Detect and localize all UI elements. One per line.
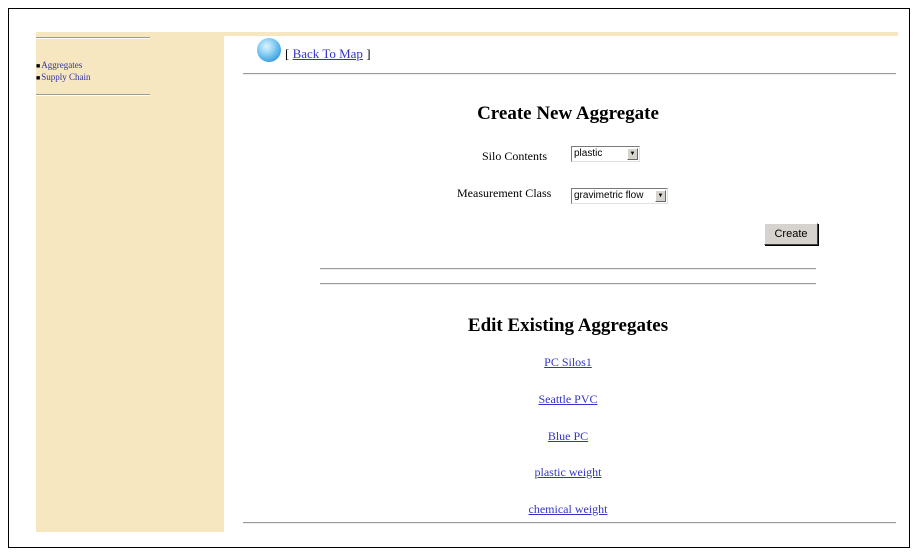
divider [243,73,896,75]
measurement-class-select[interactable]: gravimetric flow ▼ [571,188,668,204]
silo-contents-select[interactable]: plastic ▼ [571,146,640,162]
header-band [224,32,898,36]
back-to-map-link[interactable]: Back To Map [293,46,363,61]
measurement-class-label: Measurement Class [457,186,552,200]
dropdown-arrow-icon[interactable]: ▼ [627,148,638,160]
measurement-class-value: gravimetric flow [574,190,644,201]
bullet-icon: ■ [36,62,41,70]
aggregate-link-blue-pc[interactable]: Blue PC [478,429,658,443]
sidebar-item-label: Aggregates [41,60,83,70]
silo-contents-value: plastic [574,148,603,159]
create-aggregate-heading: Create New Aggregate [477,103,659,124]
globe-icon [257,38,281,62]
sidebar-bottom-rule [36,94,150,96]
back-link-suffix: ] [366,46,371,61]
sidebar-item-aggregates[interactable]: ■Aggregates [36,60,91,72]
silo-contents-label: Silo Contents [482,149,548,163]
sidebar: ■Aggregates ■Supply Chain [36,32,224,532]
dropdown-arrow-icon[interactable]: ▼ [655,190,666,202]
create-button[interactable]: Create [764,223,818,245]
aggregate-link-pc-silos1[interactable]: PC Silos1 [478,355,658,369]
aggregate-link-chemical-weight[interactable]: chemical weight [478,502,658,516]
sidebar-nav: ■Aggregates ■Supply Chain [36,60,91,84]
sidebar-item-label: Supply Chain [41,72,91,82]
back-to-map: [ Back To Map ] [285,46,371,62]
aggregate-link-plastic-weight[interactable]: plastic weight [478,465,658,479]
divider [243,522,896,524]
back-link-prefix: [ [285,46,290,61]
edit-aggregates-heading: Edit Existing Aggregates [467,315,669,336]
aggregate-link-seattle-pvc[interactable]: Seattle PVC [478,392,658,406]
divider [320,268,816,270]
sidebar-top-rule [36,37,150,39]
divider [320,283,816,285]
sidebar-item-supply-chain[interactable]: ■Supply Chain [36,72,91,84]
bullet-icon: ■ [36,74,41,82]
